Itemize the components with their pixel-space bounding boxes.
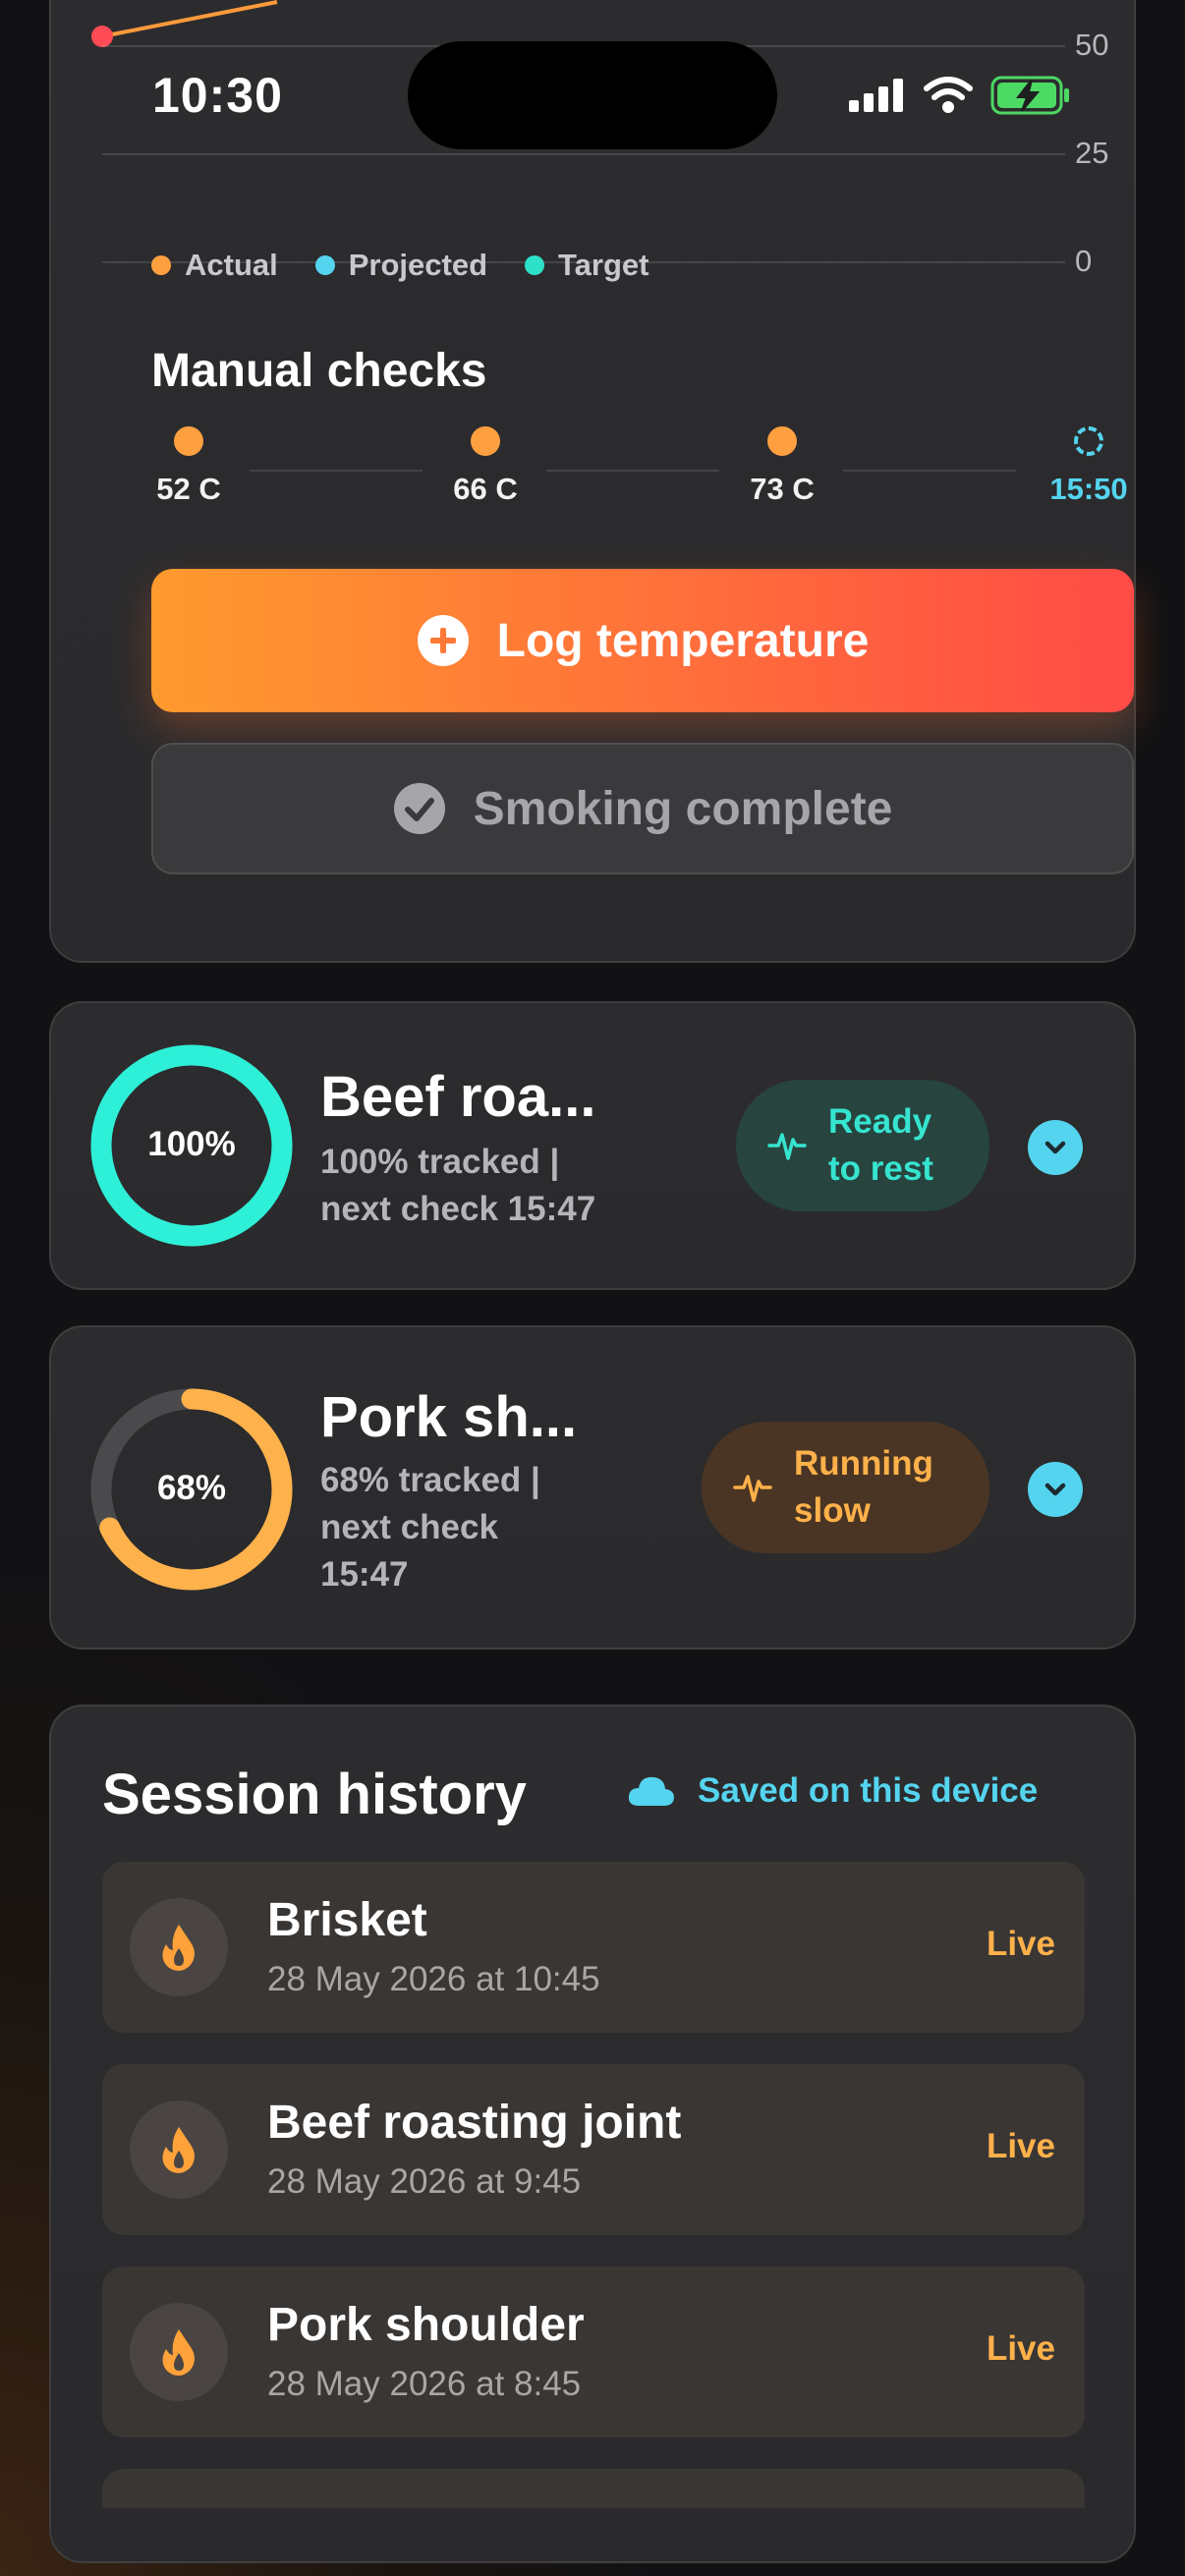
flame-icon [162,1925,195,1971]
history-item-date: 28 May 2026 at 10:45 [267,1960,600,1998]
chevron-down-icon [1044,1483,1066,1496]
live-badge: Live [986,1925,1055,1963]
flame-icon [162,2127,195,2173]
history-item-name: Pork shoulder [267,2299,585,2351]
status-bar-time: 10:30 [152,68,283,123]
live-badge: Live [986,2329,1055,2368]
history-item[interactable]: Pork shoulder 28 May 2026 at 8:45 Live [102,2267,1085,2437]
progress-percent: 100% [147,1125,236,1163]
check-dot [174,426,203,456]
battery-charging-icon [990,76,1069,115]
history-item[interactable] [102,2469,1085,2508]
timeline-connector [546,470,719,472]
smoking-complete-button[interactable]: Smoking complete [151,743,1134,874]
legend-label: Target [558,248,649,282]
check-point[interactable]: 66 C [417,422,554,507]
check-label: 66 C [453,472,518,506]
plus-circle-icon [417,615,469,666]
live-badge: Live [986,2127,1055,2165]
session-history-title: Session history [102,1763,527,1826]
pulse-icon [767,1133,807,1160]
dynamic-island [408,41,777,149]
status-icons [847,75,1071,116]
check-label: 73 C [750,472,815,506]
legend-projected: Projected [314,248,488,283]
subtitle-line: 68% tracked | [320,1461,540,1499]
next-check-point[interactable]: 15:50 [1020,422,1157,507]
legend-actual: Actual [151,248,278,283]
check-label: 52 C [156,472,221,506]
pulse-icon [733,1475,772,1502]
history-item[interactable]: Beef roasting joint 28 May 2026 at 9:45 … [102,2064,1085,2235]
manual-checks-title: Manual checks [151,345,487,397]
cloud-icon [628,1776,674,1806]
check-point[interactable]: 73 C [713,422,851,507]
history-item-date: 28 May 2026 at 9:45 [267,2162,582,2201]
flame-icon-container [130,2100,228,2199]
session-card-pork[interactable]: 68% Pork sh... 68% tracked | next check … [49,1325,1136,1650]
legend-dot [314,255,335,275]
history-item-date: 28 May 2026 at 8:45 [267,2365,582,2403]
status-text: Running slow [794,1440,933,1535]
legend-label: Actual [185,248,278,282]
y-tick-label: 25 [1075,136,1109,170]
flame-icon-container [130,1898,228,1996]
legend-target: Target [525,248,649,283]
subtitle-line: next check 15:47 [320,1190,596,1228]
history-item[interactable]: Brisket 28 May 2026 at 10:45 Live [102,1862,1085,2033]
status-line: to rest [828,1149,933,1188]
legend-label: Projected [348,248,488,282]
history-item-name: Beef roasting joint [267,2097,682,2149]
session-title: Pork sh... [320,1385,578,1449]
history-item-name: Brisket [267,1894,427,1946]
session-subtitle: 68% tracked | next check 15:47 [320,1457,540,1598]
grid-line-25 [102,153,1065,155]
status-badge: Ready to rest [736,1080,989,1211]
next-check-time: 15:50 [1049,472,1128,506]
smoking-complete-label: Smoking complete [473,782,893,835]
expand-chevron-icon[interactable] [1028,1462,1083,1517]
timeline-connector [250,470,423,472]
session-title: Beef roa... [320,1065,596,1129]
subtitle-line: 100% tracked | [320,1143,560,1181]
check-dot [471,426,500,456]
progress-percent: 68% [156,1469,227,1507]
session-subtitle: 100% tracked | next check 15:47 [320,1139,595,1233]
status-line: Running [794,1444,933,1483]
cellular-signal-icon [849,79,903,112]
expand-chevron-icon[interactable] [1028,1120,1083,1175]
timeline-connector [843,470,1016,472]
check-point[interactable]: 52 C [120,422,257,507]
status-text: Ready to rest [828,1098,933,1193]
chart-legend: Actual Projected Target [151,248,649,283]
saved-on-device-label: Saved on this device [627,1771,1038,1811]
legend-dot [151,255,171,275]
status-line: slow [794,1491,871,1530]
subtitle-line: next check [320,1508,498,1546]
session-card-beef[interactable]: 100% Beef roa... 100% tracked | next che… [49,1001,1136,1290]
log-temperature-button[interactable]: Log temperature [151,569,1134,712]
flame-icon [162,2329,195,2376]
flame-icon-container [130,2303,228,2401]
saved-on-device-text: Saved on this device [698,1771,1039,1810]
check-dot [767,426,797,456]
status-line: Ready [828,1102,932,1141]
legend-dot [525,255,545,275]
pending-check-dot [1074,426,1103,456]
chevron-down-icon [1044,1141,1066,1154]
subtitle-line: 15:47 [320,1555,409,1594]
history-scroll-clip [102,2469,1085,2508]
manual-checks-timeline: 52 C 66 C 73 C 15:50 [149,422,1138,521]
log-temperature-label: Log temperature [496,614,870,667]
wifi-icon [924,77,973,113]
checkmark-circle-icon [393,783,445,834]
status-badge: Running slow [702,1422,989,1553]
session-history-card: Session history Saved on this device Bri… [49,1705,1136,2563]
y-tick-label: 50 [1075,28,1109,62]
y-tick-label: 0 [1075,244,1093,278]
